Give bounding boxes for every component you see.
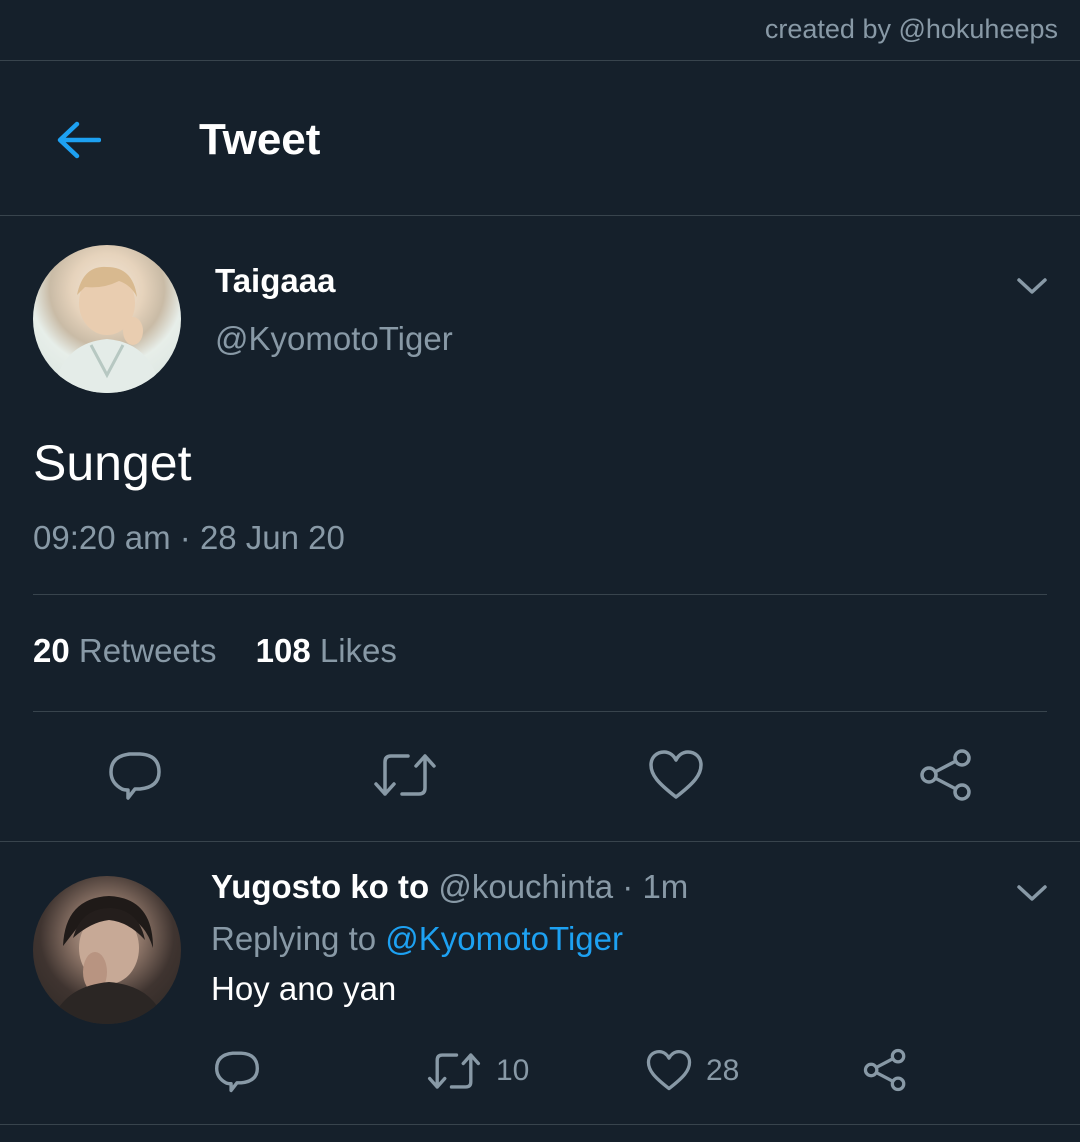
like-icon <box>649 750 703 799</box>
retweets-label: Retweets <box>78 632 217 669</box>
reply-author-name[interactable]: Yugosto ko to <box>211 868 429 905</box>
chevron-down-icon <box>1017 278 1047 294</box>
avatar-photo <box>53 266 161 393</box>
page-title: Tweet <box>199 115 321 164</box>
back-button[interactable] <box>50 112 106 168</box>
watermark-credit: created by @hokuheeps <box>764 14 1058 44</box>
tweet-stats: 20 Retweets 108 Likes <box>33 632 427 670</box>
retweet-button[interactable] <box>372 750 438 800</box>
like-button[interactable] <box>648 749 704 801</box>
reply-like-button[interactable]: 28 <box>646 1049 739 1092</box>
arrow-left-icon <box>57 121 101 159</box>
likes-label: Likes <box>319 632 397 669</box>
reply-icon <box>215 1051 259 1093</box>
reply-author-avatar[interactable] <box>33 876 181 1024</box>
reply-separator: · <box>622 868 634 905</box>
tweet-time: 09:20 am <box>33 519 171 556</box>
reply-retweet-button[interactable]: 10 <box>426 1050 529 1092</box>
reply-retweet-count: 10 <box>496 1054 530 1087</box>
likes-count: 108 <box>255 632 311 669</box>
author-avatar[interactable] <box>33 245 181 393</box>
retweet-icon <box>374 754 436 796</box>
author-handle[interactable]: @KyomotoTiger <box>215 320 453 358</box>
reply-like-count: 28 <box>706 1053 740 1087</box>
reply-button[interactable] <box>108 749 162 801</box>
reply-icon <box>109 752 161 800</box>
meta-divider <box>33 594 1047 595</box>
reply-time: 1m <box>642 868 689 905</box>
bottom-divider <box>0 1124 1080 1125</box>
reply-header: Yugosto ko to @kouchinta · 1m <box>211 868 688 906</box>
reply-menu-button[interactable] <box>1010 871 1054 915</box>
tweet-timestamp: 09:20 am · 28 Jun 20 <box>33 519 345 557</box>
author-display-name[interactable]: Taigaaa <box>215 262 335 300</box>
reply-reply-button[interactable] <box>214 1049 260 1093</box>
share-icon <box>920 749 971 801</box>
replying-to-label: Replying to <box>211 920 377 957</box>
retweet-icon <box>427 1053 481 1089</box>
top-divider <box>0 60 1080 61</box>
share-icon <box>863 1048 906 1092</box>
reply-author-handle[interactable]: @kouchinta <box>438 868 613 905</box>
meta-separator: · <box>179 519 191 556</box>
reply-text: Hoy ano yan <box>211 970 397 1007</box>
chevron-down-icon <box>1017 885 1047 901</box>
tweet-menu-button[interactable] <box>1010 264 1054 308</box>
avatar-photo <box>51 896 165 1024</box>
likes-stat[interactable]: 108 Likes <box>256 632 397 670</box>
actions-divider <box>0 841 1080 842</box>
retweets-count: 20 <box>33 632 70 669</box>
stats-divider <box>33 711 1047 712</box>
tweet-text: Sunget <box>33 435 192 491</box>
tweet-date: 28 Jun 20 <box>199 519 345 556</box>
share-button[interactable] <box>918 748 974 802</box>
replying-to-mention[interactable]: @KyomotoTiger <box>385 920 623 957</box>
reply-share-button[interactable] <box>862 1048 908 1092</box>
header-divider <box>0 215 1080 216</box>
replying-to: Replying to @KyomotoTiger <box>211 920 623 958</box>
retweets-stat[interactable]: 20 Retweets <box>33 632 216 670</box>
like-icon <box>646 1049 692 1091</box>
